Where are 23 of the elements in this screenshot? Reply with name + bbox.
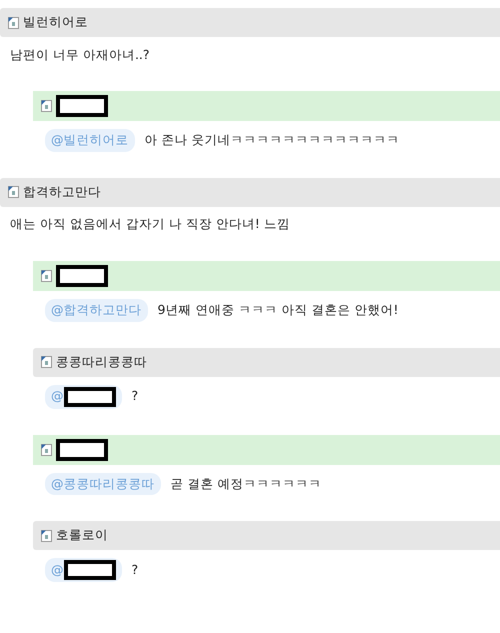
mention-tag[interactable]: @콩콩따리콩콩따 [45,472,160,496]
author-name[interactable]: 빌런히어로 [23,13,88,32]
mention-tag[interactable]: @ [45,384,122,408]
comment-text: 애는 아직 없음에서 갑자기 나 직장 안다녀! 느낌 [10,215,290,234]
comment-text: 아 존나 웃기네ㅋㅋㅋㅋㅋㅋㅋㅋㅋㅋㅋㅋㅋ [144,131,400,149]
comment-text: 남편이 너무 아재아녀..? [10,46,150,64]
mention-tag[interactable]: @합격하고만다 [45,298,148,322]
level-icon [41,530,52,542]
level-icon [8,186,19,198]
level-icon [41,356,52,368]
level-icon [41,270,52,282]
comment-text: ? [132,387,138,406]
author-name[interactable]: 합격하고만다 [23,182,101,202]
comment-text: 곧 결혼 예정ㅋㅋㅋㅋㅋㅋ [170,474,322,492]
level-icon [41,444,52,456]
mention-tag[interactable]: @빌런히어로 [45,129,134,152]
comment-text: ? [132,560,138,579]
mention-tag[interactable]: @ [45,558,122,582]
level-icon [41,100,52,112]
author-name[interactable]: 콩콩따리콩콩따 [56,352,147,372]
comment-text: 9년째 연애중 ㅋㅋㅋ 아직 결혼은 안했어! [158,300,398,319]
level-icon [8,16,19,28]
author-name[interactable]: 호롤로이 [56,526,108,546]
